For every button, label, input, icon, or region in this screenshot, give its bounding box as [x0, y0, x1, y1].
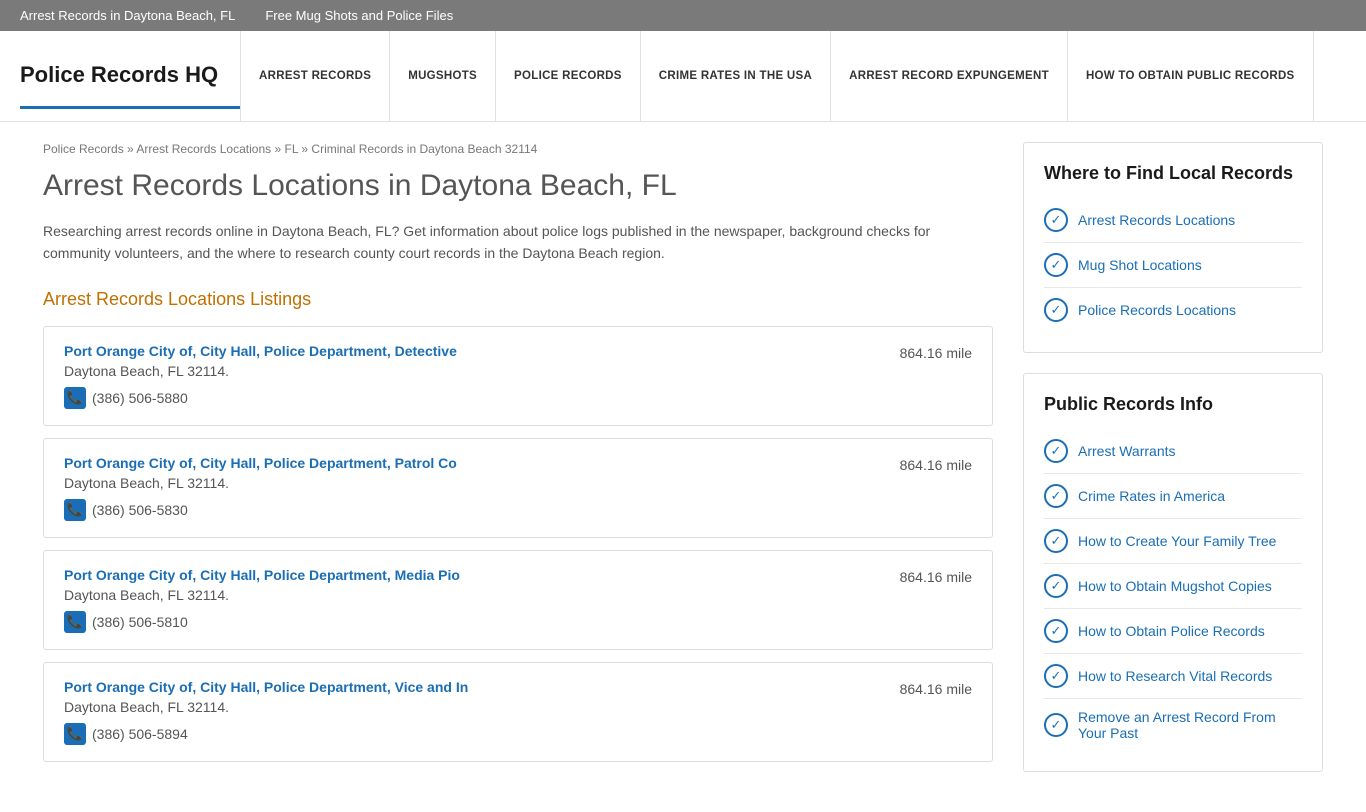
sidebar-link-police-records-loc[interactable]: ✓ Police Records Locations	[1044, 288, 1302, 332]
check-icon: ✓	[1044, 574, 1068, 598]
listing-address-3: Daytona Beach, FL 32114.	[64, 699, 468, 715]
listing-address-2: Daytona Beach, FL 32114.	[64, 587, 460, 603]
sidebar-where-to-find: Where to Find Local Records ✓ Arrest Rec…	[1023, 142, 1323, 353]
listing-name-3: Port Orange City of, City Hall, Police D…	[64, 679, 468, 695]
sidebar-link-remove-arrest[interactable]: ✓ Remove an Arrest Record From Your Past	[1044, 699, 1302, 751]
listing-phone-1: 📞 (386) 506-5830	[64, 499, 457, 521]
logo[interactable]: Police Records HQ	[20, 44, 240, 109]
sidebar-link-family-tree[interactable]: ✓ How to Create Your Family Tree	[1044, 519, 1302, 564]
sidebar-where-title: Where to Find Local Records	[1044, 163, 1302, 184]
listing-phone-2: 📞 (386) 506-5810	[64, 611, 460, 633]
header: Police Records HQ ARREST RECORDS MUGSHOT…	[0, 31, 1366, 122]
check-icon: ✓	[1044, 713, 1068, 737]
breadcrumb-item-4[interactable]: Criminal Records in Daytona Beach 32114	[311, 142, 537, 156]
listing-name-2: Port Orange City of, City Hall, Police D…	[64, 567, 460, 583]
breadcrumb-item-1[interactable]: Police Records	[43, 142, 124, 156]
sidebar-public-title: Public Records Info	[1044, 394, 1302, 415]
nav-expungement[interactable]: ARREST RECORD EXPUNGEMENT	[831, 31, 1068, 121]
section-heading: Arrest Records Locations Listings	[43, 289, 993, 310]
phone-icon-0: 📞	[64, 387, 86, 409]
main-nav: ARREST RECORDS MUGSHOTS POLICE RECORDS C…	[240, 31, 1346, 121]
listing-distance-3: 864.16 mile	[900, 679, 972, 697]
main-content: Police Records » Arrest Records Location…	[43, 142, 993, 792]
sidebar-link-arrest-warrants[interactable]: ✓ Arrest Warrants	[1044, 429, 1302, 474]
listing-row: Port Orange City of, City Hall, Police D…	[43, 662, 993, 762]
listings-container: Port Orange City of, City Hall, Police D…	[43, 326, 993, 762]
check-icon: ✓	[1044, 208, 1068, 232]
nav-arrest-records[interactable]: ARREST RECORDS	[240, 31, 390, 121]
listing-distance-1: 864.16 mile	[900, 455, 972, 473]
nav-mugshots[interactable]: MUGSHOTS	[390, 31, 496, 121]
check-icon: ✓	[1044, 619, 1068, 643]
listing-phone-3: 📞 (386) 506-5894	[64, 723, 468, 745]
phone-icon-1: 📞	[64, 499, 86, 521]
page-container: Police Records » Arrest Records Location…	[23, 122, 1343, 812]
topbar-link-2[interactable]: Free Mug Shots and Police Files	[265, 8, 453, 23]
phone-icon-3: 📞	[64, 723, 86, 745]
sidebar-link-mugshot-copies[interactable]: ✓ How to Obtain Mugshot Copies	[1044, 564, 1302, 609]
listing-name-1: Port Orange City of, City Hall, Police D…	[64, 455, 457, 471]
sidebar: Where to Find Local Records ✓ Arrest Rec…	[1023, 142, 1323, 792]
check-icon: ✓	[1044, 298, 1068, 322]
sidebar-public-records: Public Records Info ✓ Arrest Warrants ✓ …	[1023, 373, 1323, 772]
check-icon: ✓	[1044, 484, 1068, 508]
sidebar-link-vital-records[interactable]: ✓ How to Research Vital Records	[1044, 654, 1302, 699]
phone-icon-2: 📞	[64, 611, 86, 633]
topbar-link-1[interactable]: Arrest Records in Daytona Beach, FL	[20, 8, 235, 23]
listing-distance-2: 864.16 mile	[900, 567, 972, 585]
sidebar-link-police-records[interactable]: ✓ How to Obtain Police Records	[1044, 609, 1302, 654]
nav-crime-rates[interactable]: CRIME RATES IN THE USA	[641, 31, 831, 121]
listing-phone-0: 📞 (386) 506-5880	[64, 387, 457, 409]
check-icon: ✓	[1044, 439, 1068, 463]
listing-name-0: Port Orange City of, City Hall, Police D…	[64, 343, 457, 359]
sidebar-link-crime-rates[interactable]: ✓ Crime Rates in America	[1044, 474, 1302, 519]
nav-public-records[interactable]: HOW TO OBTAIN PUBLIC RECORDS	[1068, 31, 1314, 121]
logo-text: Police Records HQ	[20, 62, 220, 88]
check-icon: ✓	[1044, 664, 1068, 688]
top-bar: Arrest Records in Daytona Beach, FL Free…	[0, 0, 1366, 31]
breadcrumb: Police Records » Arrest Records Location…	[43, 142, 993, 156]
listing-address-1: Daytona Beach, FL 32114.	[64, 475, 457, 491]
check-icon: ✓	[1044, 253, 1068, 277]
breadcrumb-item-2[interactable]: Arrest Records Locations	[136, 142, 271, 156]
sidebar-link-mug-shot-loc[interactable]: ✓ Mug Shot Locations	[1044, 243, 1302, 288]
page-title: Arrest Records Locations in Daytona Beac…	[43, 168, 993, 204]
listing-row: Port Orange City of, City Hall, Police D…	[43, 438, 993, 538]
listing-distance-0: 864.16 mile	[900, 343, 972, 361]
breadcrumb-item-3[interactable]: FL	[285, 142, 299, 156]
listing-row: Port Orange City of, City Hall, Police D…	[43, 550, 993, 650]
listing-row: Port Orange City of, City Hall, Police D…	[43, 326, 993, 426]
listing-address-0: Daytona Beach, FL 32114.	[64, 363, 457, 379]
sidebar-link-arrest-records-loc[interactable]: ✓ Arrest Records Locations	[1044, 198, 1302, 243]
nav-police-records[interactable]: POLICE RECORDS	[496, 31, 641, 121]
page-description: Researching arrest records online in Day…	[43, 220, 993, 265]
check-icon: ✓	[1044, 529, 1068, 553]
